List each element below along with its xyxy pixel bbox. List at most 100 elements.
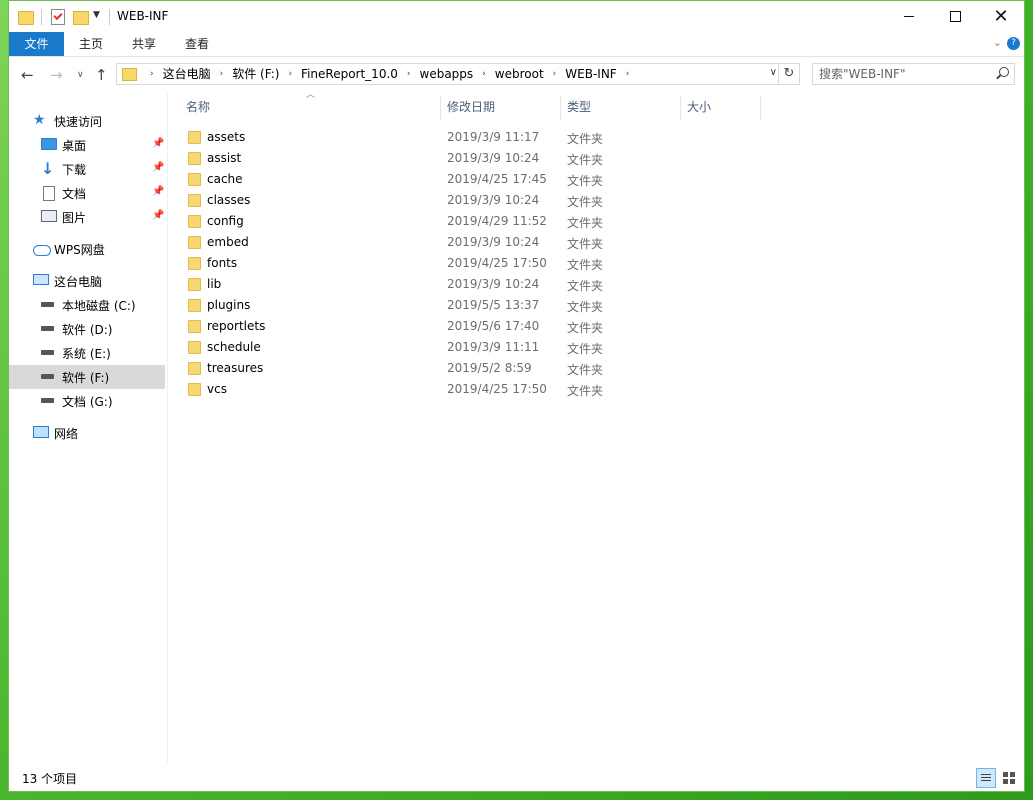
sidebar-item-drive-c[interactable]: 本地磁盘 (C:) [9,293,165,317]
table-row[interactable]: config 2019/4/29 11:52 文件夹 [168,211,768,232]
breadcrumb-item[interactable]: webapps [420,64,474,84]
file-name[interactable]: plugins [207,298,250,312]
quick-access-dropdown-icon[interactable]: ▼ [93,10,100,28]
table-row[interactable]: vcs 2019/4/25 17:50 文件夹 [168,379,768,400]
column-divider[interactable] [680,95,681,121]
help-icon[interactable]: ? [1007,37,1020,50]
sidebar-item-wps-cloud[interactable]: WPS网盘 [9,237,165,261]
close-button[interactable]: ✕ [978,1,1024,32]
tab-file[interactable]: 文件 [9,32,64,56]
pin-icon[interactable]: 📌 [152,138,164,149]
table-row[interactable]: classes 2019/3/9 10:24 文件夹 [168,190,768,211]
chevron-right-icon[interactable]: › [626,64,630,84]
folder-icon [188,257,201,270]
sidebar-item-pictures[interactable]: 图片 📌 [9,205,165,229]
file-name[interactable]: fonts [207,256,237,270]
breadcrumb-item[interactable]: webroot [495,64,544,84]
pin-icon[interactable]: 📌 [152,186,164,197]
folder-icon [188,383,201,396]
sidebar-item-desktop[interactable]: 桌面 📌 [9,133,165,157]
file-list: ︿ 名称 修改日期 类型 大小 assets 2019/3/9 11:17 文件夹 a… [168,90,1024,763]
table-row[interactable]: fonts 2019/4/25 17:50 文件夹 [168,253,768,274]
navigation-bar: ← → ∨ ↑ › 这台电脑 › 软件 (F:) › FineReport_10… [9,57,1024,93]
file-name[interactable]: assets [207,130,245,144]
folder-icon [188,131,201,144]
column-header-type[interactable]: 类型 [567,93,591,121]
up-arrow-icon[interactable]: ↑ [95,66,108,84]
search-input[interactable] [819,65,989,83]
sidebar-item-drive-d[interactable]: 软件 (D:) [9,317,165,341]
file-name[interactable]: schedule [207,340,261,354]
search-box[interactable] [812,63,1015,85]
sidebar-item-documents[interactable]: 文档 📌 [9,181,165,205]
chevron-right-icon[interactable]: › [150,64,154,84]
table-row[interactable]: assets 2019/3/9 11:17 文件夹 [168,127,768,148]
file-name[interactable]: embed [207,235,249,249]
sidebar-item-network[interactable]: 网络 [9,421,165,445]
column-divider[interactable] [440,95,441,121]
sidebar-item-drive-g[interactable]: 文档 (G:) [9,389,165,413]
file-name[interactable]: assist [207,151,241,165]
forward-arrow-icon[interactable]: → [50,66,63,84]
sidebar-item-drive-e[interactable]: 系统 (E:) [9,341,165,365]
chevron-right-icon[interactable]: › [553,64,557,84]
tab-home[interactable]: 主页 [69,32,113,56]
minimize-button[interactable] [886,1,932,32]
file-name[interactable]: treasures [207,361,263,375]
breadcrumb-item[interactable]: FineReport_10.0 [301,64,398,84]
breadcrumb-item[interactable]: WEB-INF [565,64,616,84]
file-name[interactable]: config [207,214,244,228]
file-name[interactable]: reportlets [207,319,265,333]
file-modified-date: 2019/3/9 10:24 [447,151,540,165]
recent-locations-icon[interactable]: ∨ [77,70,84,80]
sidebar-item-label: 软件 (D:) [62,323,113,337]
details-view-icon[interactable] [976,768,996,788]
chevron-down-icon[interactable]: ∨ [770,67,777,78]
breadcrumb-item[interactable]: 软件 (F:) [232,64,279,84]
file-name[interactable]: cache [207,172,243,186]
column-divider[interactable] [560,95,561,121]
file-name[interactable]: lib [207,277,221,291]
table-row[interactable]: cache 2019/4/25 17:45 文件夹 [168,169,768,190]
tab-view[interactable]: 查看 [175,32,219,56]
file-name[interactable]: vcs [207,382,227,396]
large-icons-view-icon[interactable] [999,768,1019,788]
column-divider[interactable] [760,95,761,121]
sidebar-item-drive-f[interactable]: 软件 (F:) [9,365,165,389]
new-folder-icon[interactable] [73,11,89,25]
column-header-modified[interactable]: 修改日期 [447,93,495,121]
back-arrow-icon[interactable]: ← [21,66,34,84]
chevron-right-icon[interactable]: › [482,64,486,84]
column-header-size[interactable]: 大小 [687,93,711,121]
file-name[interactable]: classes [207,193,250,207]
pin-icon[interactable]: 📌 [152,210,164,221]
table-row[interactable]: treasures 2019/5/2 8:59 文件夹 [168,358,768,379]
drive-icon [41,398,54,403]
properties-icon[interactable] [51,9,65,25]
file-type: 文件夹 [567,174,604,188]
refresh-icon[interactable]: ↻ [778,64,799,84]
maximize-button[interactable] [932,1,978,32]
sidebar-item-this-pc[interactable]: 这台电脑 [9,269,165,293]
address-bar[interactable]: › 这台电脑 › 软件 (F:) › FineReport_10.0 › web… [116,63,800,85]
table-row[interactable]: plugins 2019/5/5 13:37 文件夹 [168,295,768,316]
tab-share[interactable]: 共享 [122,32,166,56]
folder-icon[interactable] [18,11,34,25]
search-icon[interactable] [999,67,1009,77]
table-row[interactable]: assist 2019/3/9 10:24 文件夹 [168,148,768,169]
sidebar-item-quick-access[interactable]: ★ 快速访问 [9,109,165,133]
breadcrumb-item[interactable]: 这台电脑 [163,64,211,84]
file-type: 文件夹 [567,321,604,335]
table-row[interactable]: schedule 2019/3/9 11:11 文件夹 [168,337,768,358]
table-row[interactable]: embed 2019/3/9 10:24 文件夹 [168,232,768,253]
expand-ribbon-icon[interactable]: ⌄ [993,36,1002,49]
column-header-name[interactable]: 名称 [186,93,210,121]
table-row[interactable]: lib 2019/3/9 10:24 文件夹 [168,274,768,295]
sidebar-item-label: 本地磁盘 (C:) [62,299,136,313]
chevron-right-icon[interactable]: › [288,64,292,84]
table-row[interactable]: reportlets 2019/5/6 17:40 文件夹 [168,316,768,337]
chevron-right-icon[interactable]: › [407,64,411,84]
chevron-right-icon[interactable]: › [220,64,224,84]
pin-icon[interactable]: 📌 [152,162,164,173]
sidebar-item-downloads[interactable]: ↓ 下载 📌 [9,157,165,181]
